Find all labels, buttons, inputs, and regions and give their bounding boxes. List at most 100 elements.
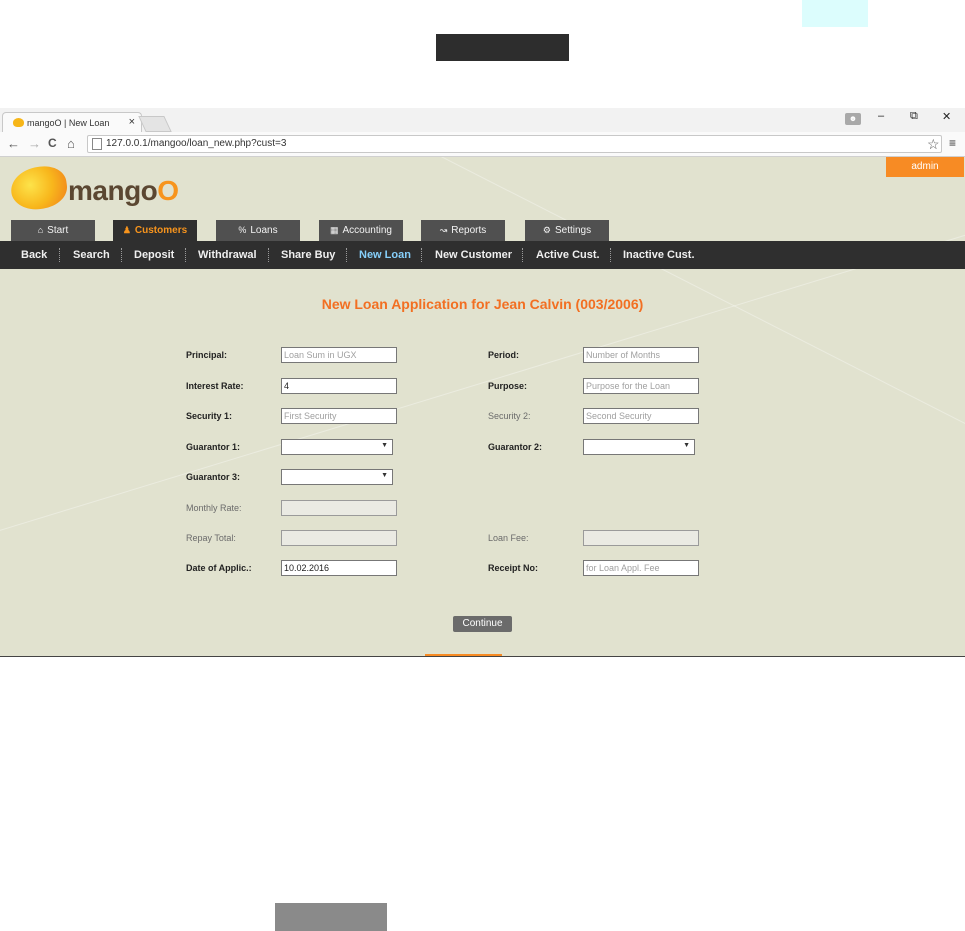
tab-label: Loans	[250, 225, 278, 236]
repay-total-field	[281, 530, 397, 546]
dropdown-arrow-icon: ▼	[381, 442, 388, 449]
tab-label: Reports	[451, 225, 487, 236]
security-2-label: Security 2:	[488, 411, 531, 421]
guarantor-2-select[interactable]: ▼	[583, 439, 695, 455]
subnav-active-customers[interactable]: Active Cust.	[536, 241, 600, 269]
back-arrow-icon[interactable]: ←	[7, 136, 20, 151]
page-content: admin mangoO ⌂ Start ♟ Customers % Loans ▦ A…	[0, 157, 965, 656]
date-of-application-label: Date of Applic.:	[186, 563, 252, 573]
tab-accounting[interactable]: ▦ Accounting	[319, 220, 403, 241]
divider	[421, 248, 422, 262]
percent-icon: %	[238, 225, 247, 235]
page-title: New Loan Application for Jean Calvin (00…	[321, 296, 644, 312]
subnav-withdrawal[interactable]: Withdrawal	[198, 241, 257, 269]
dropdown-arrow-icon: ▼	[683, 442, 690, 449]
home-icon[interactable]: ⌂	[67, 136, 75, 151]
tab-title: mangoO | New Loan	[27, 118, 110, 128]
url-text: 127.0.0.1/mangoo/loan_new.php?cust=3	[106, 138, 287, 149]
divider	[346, 248, 347, 262]
main-tabs: ⌂ Start ♟ Customers % Loans ▦ Accounting ↝ Re…	[0, 220, 965, 241]
gear-icon: ⚙	[542, 225, 551, 235]
page-icon	[92, 138, 102, 150]
divider	[610, 248, 611, 262]
receipt-no-input[interactable]: for Loan Appl. Fee	[583, 560, 699, 576]
subnav-deposit[interactable]: Deposit	[134, 241, 174, 269]
tab-label: Settings	[554, 225, 592, 236]
browser-toolbar: ← → C ⌂ 127.0.0.1/mangoo/loan_new.php?cu…	[0, 132, 965, 157]
monthly-rate-label: Monthly Rate:	[186, 503, 242, 513]
tab-reports[interactable]: ↝ Reports	[421, 220, 505, 241]
forward-arrow-icon[interactable]: →	[28, 136, 41, 151]
tab-start[interactable]: ⌂ Start	[11, 220, 95, 241]
divider	[185, 248, 186, 262]
principal-input[interactable]: Loan Sum in UGX	[281, 347, 397, 363]
user-badge[interactable]: admin	[886, 157, 964, 177]
background-line	[0, 157, 965, 556]
browser-menu-icon[interactable]: ≡	[949, 136, 956, 150]
interest-rate-label: Interest Rate:	[186, 381, 244, 391]
bottom-gray-block	[275, 903, 387, 931]
tab-close-icon[interactable]: ×	[129, 116, 135, 128]
mango-logo-icon	[8, 163, 70, 213]
guarantor-3-select[interactable]: ▼	[281, 469, 393, 485]
sub-navigation: Back Search Deposit Withdrawal Share Buy…	[0, 241, 965, 269]
address-bar[interactable]: 127.0.0.1/mangoo/loan_new.php?cust=3	[87, 135, 942, 153]
restore-icon[interactable]: ⧉	[910, 110, 918, 123]
user-icon: ♟	[122, 225, 131, 235]
purpose-input[interactable]: Purpose for the Loan	[583, 378, 699, 394]
principal-label: Principal:	[186, 350, 228, 360]
chart-icon: ↝	[439, 225, 448, 235]
browser-tab[interactable]: mangoO | New Loan ×	[2, 112, 142, 133]
home-icon: ⌂	[37, 225, 44, 235]
tab-label: Customers	[134, 225, 188, 236]
tab-label: Start	[47, 225, 69, 236]
divider	[59, 248, 60, 262]
subnav-search[interactable]: Search	[73, 241, 110, 269]
divider	[522, 248, 523, 262]
minimize-icon[interactable]: –	[878, 110, 884, 122]
security-1-input[interactable]: First Security	[281, 408, 397, 424]
subnav-inactive-customers[interactable]: Inactive Cust.	[623, 241, 695, 269]
loan-fee-field	[583, 530, 699, 546]
footer-accent	[425, 654, 502, 656]
close-window-icon[interactable]: ✕	[942, 110, 951, 123]
purpose-label: Purpose:	[488, 381, 528, 391]
security-2-input[interactable]: Second Security	[583, 408, 699, 424]
receipt-no-label: Receipt No:	[488, 563, 539, 573]
guarantor-1-label: Guarantor 1:	[186, 442, 241, 452]
tab-customers[interactable]: ♟ Customers	[113, 220, 197, 241]
subnav-new-loan[interactable]: New Loan	[359, 241, 411, 269]
security-1-label: Security 1:	[186, 411, 233, 421]
mango-favicon-icon	[13, 118, 24, 127]
subnav-new-customer[interactable]: New Customer	[435, 241, 512, 269]
loan-fee-label: Loan Fee:	[488, 533, 529, 543]
logo-text: mangoO	[68, 175, 179, 206]
profile-icon[interactable]: ☻	[845, 113, 861, 125]
continue-button[interactable]: Continue	[453, 616, 512, 632]
tab-settings[interactable]: ⚙ Settings	[525, 220, 609, 241]
guarantor-1-select[interactable]: ▼	[281, 439, 393, 455]
tab-bar: mangoO | New Loan × ☻ – ⧉ ✕	[0, 108, 965, 133]
interest-rate-input[interactable]: 4	[281, 378, 397, 394]
subnav-share-buy[interactable]: Share Buy	[281, 241, 335, 269]
bookmark-star-icon[interactable]: ☆	[927, 136, 940, 153]
dropdown-arrow-icon: ▼	[381, 472, 388, 479]
reload-icon[interactable]: C	[48, 136, 57, 150]
period-label: Period:	[488, 350, 520, 360]
guarantor-3-label: Guarantor 3:	[186, 472, 241, 482]
period-input[interactable]: Number of Months	[583, 347, 699, 363]
subnav-back[interactable]: Back	[21, 241, 47, 269]
divider	[268, 248, 269, 262]
guarantor-2-label: Guarantor 2:	[488, 442, 543, 452]
tab-label: Accounting	[342, 225, 392, 236]
repay-total-label: Repay Total:	[186, 533, 236, 543]
top-cyan-block	[802, 0, 868, 27]
divider	[121, 248, 122, 262]
top-dark-block	[436, 34, 569, 61]
monthly-rate-field	[281, 500, 397, 516]
calculator-icon: ▦	[330, 225, 339, 235]
date-of-application-input[interactable]: 10.02.2016	[281, 560, 397, 576]
new-tab-button[interactable]	[138, 116, 172, 132]
browser-window: mangoO | New Loan × ☻ – ⧉ ✕ ← → C ⌂ 127.…	[0, 108, 965, 657]
tab-loans[interactable]: % Loans	[216, 220, 300, 241]
